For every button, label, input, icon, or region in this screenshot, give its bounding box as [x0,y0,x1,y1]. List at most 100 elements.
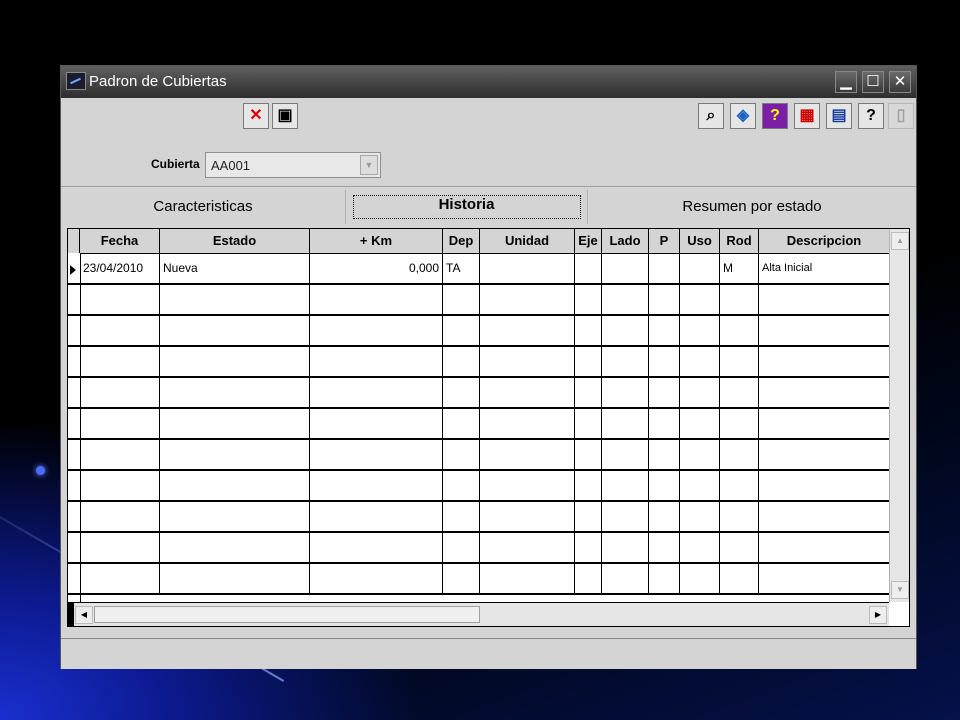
empty-cell[interactable] [443,471,480,500]
cell-fecha[interactable]: 23/04/2010 [80,254,160,283]
table-row[interactable]: 23/04/2010 Nueva 0,000 TA M Alta Inicial [68,254,889,285]
empty-cell[interactable] [575,471,602,500]
search-button[interactable]: ⌕ [698,103,724,129]
empty-cell[interactable] [680,409,720,438]
save-button[interactable]: ▣ [272,103,298,129]
empty-cell[interactable] [759,409,889,438]
table-row[interactable] [68,471,889,502]
cubierta-select[interactable]: AA001 ▼ [205,152,381,178]
col-header-descripcion[interactable]: Descripcion [759,229,889,253]
empty-cell[interactable] [310,471,443,500]
tag-button[interactable]: ◈ [730,103,756,129]
empty-cell[interactable] [575,285,602,314]
empty-cell[interactable] [575,502,602,531]
empty-cell[interactable] [602,564,649,593]
col-header-rod[interactable]: Rod [720,229,759,253]
empty-cell[interactable] [602,533,649,562]
empty-cell[interactable] [649,316,680,345]
cell-unidad[interactable] [480,254,575,283]
empty-cell[interactable] [160,378,310,407]
history-grid[interactable]: Fecha Estado + Km Dep Unidad Eje Lado P … [67,228,910,627]
calculator-button[interactable]: ▤ [826,103,852,129]
empty-cell[interactable] [720,409,759,438]
cell-p[interactable] [649,254,680,283]
empty-cell[interactable] [649,347,680,376]
title-bar[interactable]: Padron de Cubiertas ▁ ☐ ✕ [61,66,916,98]
col-header-fecha[interactable]: Fecha [80,229,160,253]
empty-cell[interactable] [575,533,602,562]
empty-cell[interactable] [80,440,160,469]
empty-cell[interactable] [759,533,889,562]
empty-cell[interactable] [720,285,759,314]
vertical-scrollbar[interactable]: ▲ ▼ [889,229,909,602]
empty-cell[interactable] [649,564,680,593]
empty-cell[interactable] [759,378,889,407]
empty-cell[interactable] [649,285,680,314]
empty-cell[interactable] [443,564,480,593]
empty-cell[interactable] [759,285,889,314]
empty-cell[interactable] [602,502,649,531]
table-row[interactable] [68,409,889,440]
empty-cell[interactable] [759,347,889,376]
cell-estado[interactable]: Nueva [160,254,310,283]
empty-cell[interactable] [80,564,160,593]
empty-cell[interactable] [720,533,759,562]
table-row[interactable] [68,378,889,409]
empty-cell[interactable] [680,378,720,407]
empty-cell[interactable] [310,285,443,314]
empty-cell[interactable] [160,440,310,469]
empty-cell[interactable] [480,347,575,376]
empty-cell[interactable] [602,285,649,314]
empty-cell[interactable] [480,409,575,438]
cell-km[interactable]: 0,000 [310,254,443,283]
empty-cell[interactable] [575,409,602,438]
empty-cell[interactable] [680,471,720,500]
empty-cell[interactable] [759,471,889,500]
empty-cell[interactable] [443,285,480,314]
col-header-eje[interactable]: Eje [575,229,602,253]
empty-cell[interactable] [480,440,575,469]
maximize-button[interactable]: ☐ [862,71,884,93]
empty-cell[interactable] [160,471,310,500]
empty-cell[interactable] [720,378,759,407]
chevron-down-icon[interactable]: ▼ [360,155,378,175]
empty-cell[interactable] [443,347,480,376]
col-header-km[interactable]: + Km [310,229,443,253]
empty-cell[interactable] [160,285,310,314]
empty-cell[interactable] [443,440,480,469]
empty-cell[interactable] [310,440,443,469]
cell-rod[interactable]: M [720,254,759,283]
scroll-up-icon[interactable]: ▲ [891,232,909,250]
empty-cell[interactable] [680,316,720,345]
scroll-down-icon[interactable]: ▼ [891,581,909,599]
horizontal-scrollbar[interactable]: ◀ ▶ [68,602,889,626]
empty-cell[interactable] [480,564,575,593]
empty-cell[interactable] [80,347,160,376]
empty-cell[interactable] [680,285,720,314]
empty-cell[interactable] [480,502,575,531]
empty-cell[interactable] [759,316,889,345]
empty-cell[interactable] [575,316,602,345]
exit-button[interactable]: ▯ [888,103,914,129]
empty-cell[interactable] [649,533,680,562]
empty-cell[interactable] [649,409,680,438]
empty-cell[interactable] [80,502,160,531]
empty-cell[interactable] [602,471,649,500]
table-row[interactable] [68,440,889,471]
cancel-button[interactable]: ✕ [243,103,269,129]
col-header-dep[interactable]: Dep [443,229,480,253]
scroll-left-icon[interactable]: ◀ [75,606,93,624]
empty-cell[interactable] [443,316,480,345]
empty-cell[interactable] [759,440,889,469]
empty-cell[interactable] [649,378,680,407]
empty-cell[interactable] [720,502,759,531]
table-row[interactable] [68,316,889,347]
empty-cell[interactable] [480,471,575,500]
empty-cell[interactable] [602,440,649,469]
minimize-button[interactable]: ▁ [835,71,857,93]
empty-cell[interactable] [443,502,480,531]
table-row[interactable] [68,347,889,378]
empty-cell[interactable] [480,285,575,314]
empty-cell[interactable] [720,347,759,376]
empty-cell[interactable] [80,285,160,314]
